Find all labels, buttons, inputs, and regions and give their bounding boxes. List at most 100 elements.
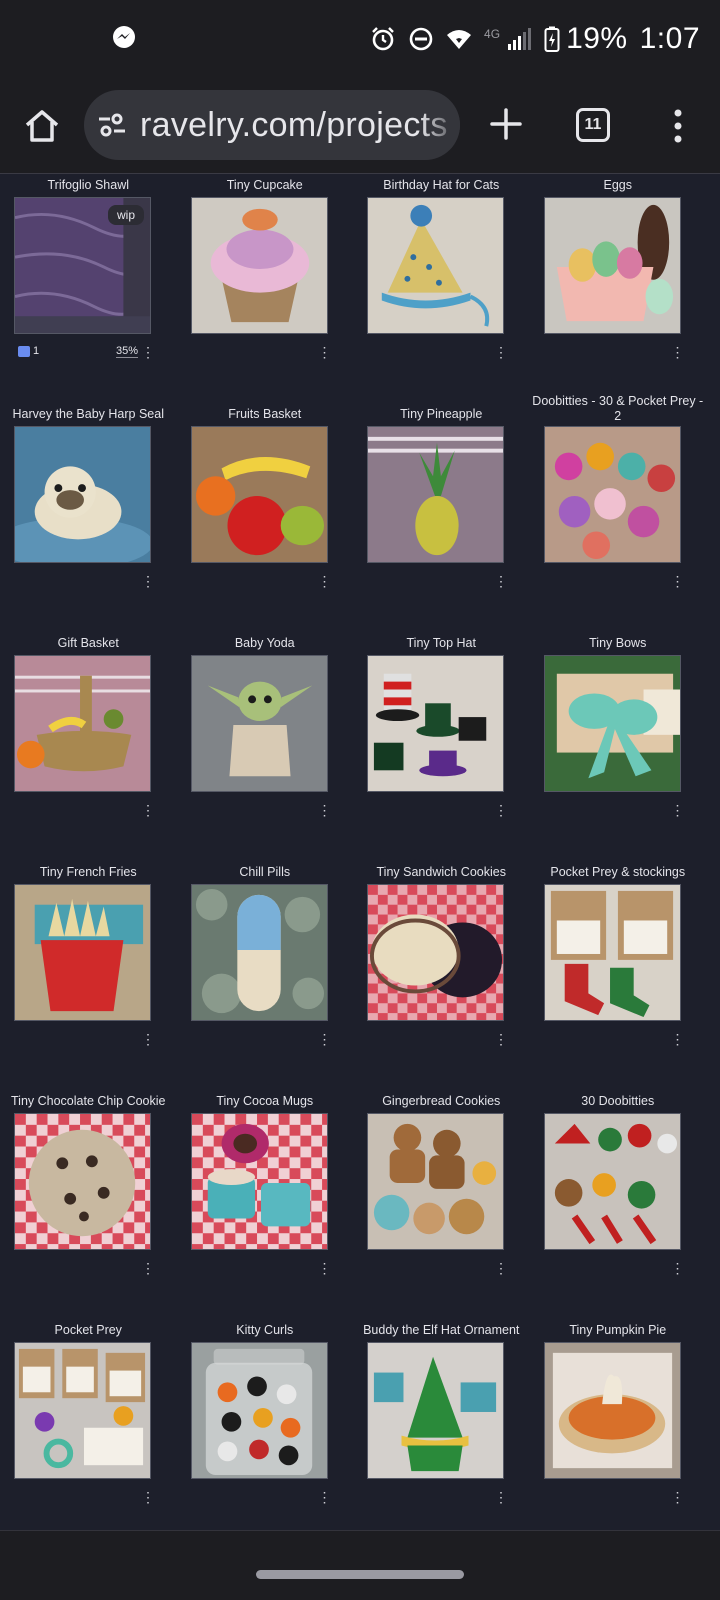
more-options-icon[interactable]: ⋮ [141,345,155,359]
more-options-icon[interactable]: ⋮ [141,574,155,588]
clock-time: 1:07 [639,22,700,55]
project-photo[interactable] [367,655,504,792]
comment-icon [18,345,30,357]
more-options-icon[interactable]: ⋮ [141,803,155,817]
project-card[interactable]: Tiny Sandwich Cookies ⋮ [353,862,530,1091]
more-options-icon[interactable]: ⋮ [141,1490,155,1504]
plus-icon[interactable] [488,106,524,142]
comment-count[interactable]: 1 [18,345,39,357]
project-photo[interactable] [367,197,504,334]
project-card[interactable]: Kitty Curls ⋮ [177,1320,354,1549]
photo-seal [15,427,150,562]
more-options-icon[interactable]: ⋮ [318,803,332,817]
project-card[interactable]: Trifoglio Shawl wip 1 35% ⋮ [0,175,177,404]
address-bar[interactable]: ravelry.com/projects [84,90,460,160]
project-photo[interactable] [190,426,328,563]
more-options-icon[interactable]: ⋮ [494,345,508,359]
project-card[interactable]: Doobitties - 30 & Pocket Prey - 2 ⋮ [530,394,707,633]
more-options-icon[interactable]: ⋮ [494,1490,508,1504]
project-card[interactable]: Pocket Prey ⋮ [0,1320,177,1549]
more-options-icon[interactable]: ⋮ [141,1032,155,1046]
project-photo[interactable] [543,197,681,334]
more-options-icon[interactable]: ⋮ [671,1261,685,1275]
project-card[interactable]: Gift Basket ⋮ [0,633,177,862]
project-card[interactable]: Tiny Pineapple ⋮ [353,404,530,633]
project-card[interactable]: Birthday Hat for Cats ⋮ [353,175,530,404]
photo-gingerbread [368,1114,503,1249]
project-card[interactable]: Buddy the Elf Hat Ornament ⋮ [353,1320,530,1549]
url-text[interactable]: ravelry.com/projects [140,106,448,145]
project-photo[interactable] [190,884,328,1021]
more-options-icon[interactable]: ⋮ [494,1032,508,1046]
project-card[interactable]: Tiny French Fries ⋮ [0,862,177,1091]
project-photo[interactable] [543,1113,681,1250]
more-options-icon[interactable]: ⋮ [671,803,685,817]
wip-badge: wip [107,205,144,225]
more-options-icon[interactable]: ⋮ [494,574,508,588]
project-photo[interactable] [367,884,504,1021]
photo-cocoa-mugs [191,1114,327,1249]
project-card[interactable]: Harvey the Baby Harp Seal ⋮ [0,404,177,633]
progress-value[interactable]: 35% [116,345,139,358]
project-card[interactable]: Pocket Prey & stockings ⋮ [530,862,707,1091]
more-options-icon[interactable]: ⋮ [318,1490,332,1504]
project-grid: Trifoglio Shawl wip 1 35% ⋮ Tiny Cupcake [0,175,720,1535]
tab-count: 11 [584,116,602,133]
project-photo[interactable] [367,1113,504,1250]
project-photo[interactable] [14,884,151,1021]
more-options-icon[interactable]: ⋮ [494,803,508,817]
project-title[interactable]: Doobitties - 30 & Pocket Prey - 2 [532,390,705,424]
photo-cupcake [191,198,327,333]
photo-choc-chip-cookie [15,1114,150,1249]
project-card[interactable]: Tiny Cupcake ⋮ [177,175,354,404]
project-photo[interactable] [190,655,328,792]
network-type-label: 4G [484,27,501,41]
photo-30-doobitties [544,1114,680,1249]
gesture-handle[interactable] [256,1570,464,1579]
project-photo[interactable] [190,1113,328,1250]
more-options-icon[interactable]: ⋮ [671,574,685,588]
project-card[interactable]: Tiny Chocolate Chip Cookie ⋮ [0,1091,177,1320]
project-photo[interactable] [543,426,681,563]
project-photo[interactable] [543,884,681,1021]
more-vert-icon[interactable] [668,106,688,146]
more-options-icon[interactable]: ⋮ [671,1032,685,1046]
project-photo[interactable] [543,1342,681,1479]
tab-switcher-button[interactable]: 11 [576,108,610,142]
more-options-icon[interactable]: ⋮ [318,345,332,359]
project-photo[interactable] [14,655,151,792]
project-card[interactable]: Tiny Top Hat ⋮ [353,633,530,862]
project-card[interactable]: Fruits Basket ⋮ [177,404,354,633]
project-card[interactable]: Tiny Pumpkin Pie ⋮ [530,1320,707,1549]
battery-charging-icon [544,26,560,52]
project-photo[interactable] [190,197,328,334]
project-card[interactable]: 30 Doobitties ⋮ [530,1091,707,1320]
project-photo[interactable] [367,426,504,563]
project-photo[interactable] [543,655,681,792]
signal-icon [508,28,532,50]
project-photo[interactable]: wip [14,197,151,334]
photo-party-hat [368,198,503,333]
project-card[interactable]: Tiny Cocoa Mugs ⋮ [177,1091,354,1320]
more-options-icon[interactable]: ⋮ [318,1032,332,1046]
more-options-icon[interactable]: ⋮ [494,1261,508,1275]
photo-sandwich-cookies [368,885,503,1020]
project-card[interactable]: Gingerbread Cookies ⋮ [353,1091,530,1320]
project-card[interactable]: Tiny Bows ⋮ [530,633,707,862]
more-options-icon[interactable]: ⋮ [318,1261,332,1275]
project-photo[interactable] [14,1113,151,1250]
more-options-icon[interactable]: ⋮ [671,345,685,359]
more-options-icon[interactable]: ⋮ [141,1261,155,1275]
project-card[interactable]: Chill Pills ⋮ [177,862,354,1091]
project-photo[interactable] [367,1342,504,1479]
more-options-icon[interactable]: ⋮ [318,574,332,588]
project-card[interactable]: Eggs ⋮ [530,175,707,404]
home-icon[interactable] [22,106,62,146]
project-card[interactable]: Baby Yoda ⋮ [177,633,354,862]
tune-icon[interactable] [96,110,128,140]
project-photo[interactable] [14,1342,151,1479]
project-photo[interactable] [190,1342,328,1479]
photo-doobitties [544,427,680,562]
more-options-icon[interactable]: ⋮ [671,1490,685,1504]
project-photo[interactable] [14,426,151,563]
